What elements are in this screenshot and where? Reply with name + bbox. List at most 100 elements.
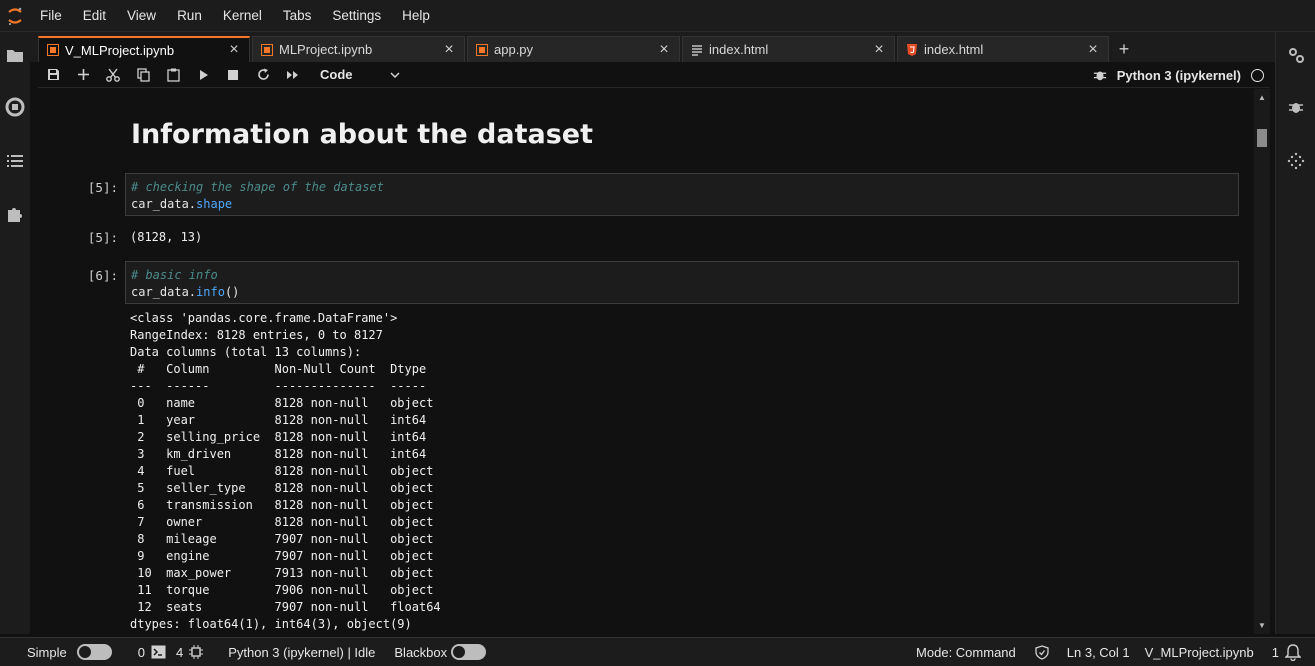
jupyter-logo-icon xyxy=(0,0,30,32)
cut-button[interactable] xyxy=(98,62,128,88)
terminals-number: 0 xyxy=(137,644,145,660)
html-file-icon xyxy=(907,43,917,56)
simple-mode-toggle[interactable] xyxy=(76,644,112,660)
kernels-number: 4 xyxy=(175,644,184,660)
current-file-name: V_MLProject.ipynb xyxy=(1144,644,1254,660)
scissors-icon xyxy=(106,68,120,82)
menu-settings[interactable]: Settings xyxy=(322,0,392,32)
close-icon[interactable]: × xyxy=(1086,41,1100,59)
running-kernels-icon[interactable] xyxy=(4,96,26,118)
new-launcher-plus-icon[interactable]: + xyxy=(1110,36,1138,62)
kernel-chip-icon xyxy=(189,645,204,659)
scroll-down-icon[interactable]: ▼ xyxy=(1258,621,1266,630)
dot-grid-icon[interactable] xyxy=(1285,150,1307,172)
tab-label: index.html xyxy=(709,42,769,57)
menu-help[interactable]: Help xyxy=(392,0,441,32)
plus-icon xyxy=(77,69,89,80)
folder-icon[interactable] xyxy=(4,44,26,66)
simple-mode-label: Simple xyxy=(27,644,67,660)
restart-run-all-button[interactable] xyxy=(278,62,308,88)
code-call-parens: () xyxy=(224,285,240,299)
code-attribute: shape xyxy=(196,197,233,211)
menu-tabs[interactable]: Tabs xyxy=(273,0,323,32)
tab-mlproject[interactable]: MLProject.ipynb × xyxy=(252,36,465,62)
document-tab-bar: V_MLProject.ipynb × MLProject.ipynb × ap… xyxy=(30,32,1275,62)
code-attribute: info xyxy=(196,285,225,299)
code-variable: car_data. xyxy=(131,285,197,299)
trust-shield-icon[interactable] xyxy=(1035,644,1049,660)
kernel-area: Python 3 (ipykernel) xyxy=(1093,62,1264,88)
output-prompt: [5]: xyxy=(87,230,118,245)
menu-file[interactable]: File xyxy=(30,0,73,32)
property-inspector-gear-icon[interactable] xyxy=(1285,44,1307,66)
terminals-count[interactable]: 0 xyxy=(138,645,166,660)
cursor-position[interactable]: Ln 3, Col 1 xyxy=(1067,645,1130,660)
stop-icon xyxy=(228,69,238,80)
tab-v-mlproject[interactable]: V_MLProject.ipynb × xyxy=(38,36,250,62)
debugger-bug-icon[interactable] xyxy=(1285,96,1307,118)
simple-mode-toggle-group: Simple xyxy=(27,644,112,660)
cell-type-dropdown[interactable]: Code xyxy=(320,67,400,82)
kernel-name[interactable]: Python 3 (ipykernel) xyxy=(1117,68,1241,83)
cell-type-label: Code xyxy=(320,67,353,82)
blackbox-toggle-group: Blackbox xyxy=(394,644,487,660)
chevron-down-icon xyxy=(390,71,400,78)
notebook-scrollbar[interactable]: ▲ ▼ xyxy=(1254,89,1270,634)
refresh-icon xyxy=(257,68,269,80)
blackbox-label: Blackbox xyxy=(394,644,448,660)
input-prompt: [5]: xyxy=(87,180,118,195)
code-line: car_data.shape xyxy=(131,196,1233,213)
right-sidebar xyxy=(1275,32,1315,634)
copy-button[interactable] xyxy=(128,62,158,88)
tab-label: app.py xyxy=(494,42,534,57)
menu-run[interactable]: Run xyxy=(167,0,213,32)
save-icon xyxy=(47,69,59,80)
debugger-toggle-bug-icon[interactable] xyxy=(1093,68,1107,82)
menu-view[interactable]: View xyxy=(117,0,167,32)
kernel-status-idle-icon xyxy=(1251,68,1264,82)
save-button[interactable] xyxy=(38,62,68,88)
insert-cell-button[interactable] xyxy=(68,62,98,88)
close-icon[interactable]: × xyxy=(872,41,886,59)
code-variable: car_data. xyxy=(131,197,197,211)
copy-icon xyxy=(136,67,150,82)
status-bar: Simple 0 4 Python 3 (ipykernel) | Idle B… xyxy=(0,637,1315,666)
tab-label: V_MLProject.ipynb xyxy=(65,42,175,58)
menu-kernel[interactable]: Kernel xyxy=(213,0,273,32)
code-cell-input[interactable]: # checking the shape of the dataset car_… xyxy=(125,173,1239,216)
scroll-up-icon[interactable]: ▲ xyxy=(1258,93,1266,102)
code-cell-input[interactable]: # basic info car_data.info() xyxy=(125,261,1239,304)
input-prompt: [6]: xyxy=(87,268,118,283)
tab-label: MLProject.ipynb xyxy=(279,42,373,57)
clipboard-icon xyxy=(166,68,180,82)
interrupt-button[interactable] xyxy=(218,62,248,88)
mode-indicator: Mode: Command xyxy=(916,644,1016,660)
code-comment: # basic info xyxy=(131,268,218,282)
blackbox-toggle[interactable] xyxy=(451,644,487,660)
tab-app-py[interactable]: app.py × xyxy=(467,36,680,62)
play-icon xyxy=(199,69,208,80)
run-button[interactable] xyxy=(188,62,218,88)
code-line: car_data.info() xyxy=(131,284,1233,301)
text-file-icon xyxy=(692,44,702,56)
cell-output: (8128, 13) xyxy=(130,230,203,244)
close-icon[interactable]: × xyxy=(227,41,241,59)
markdown-heading: Information about the dataset xyxy=(131,119,593,150)
notification-count: 1 xyxy=(1271,644,1279,660)
close-icon[interactable]: × xyxy=(657,41,671,59)
tab-index-html-text[interactable]: index.html × xyxy=(682,36,895,62)
menu-bar: File Edit View Run Kernel Tabs Settings … xyxy=(0,0,1315,32)
restart-button[interactable] xyxy=(248,62,278,88)
extension-puzzle-icon[interactable] xyxy=(4,203,26,225)
table-of-contents-icon[interactable] xyxy=(4,150,26,172)
scrollbar-thumb[interactable] xyxy=(1257,129,1267,147)
cell-output: <class 'pandas.core.frame.DataFrame'> Ra… xyxy=(130,311,441,631)
close-icon[interactable]: × xyxy=(442,41,456,59)
menu-edit[interactable]: Edit xyxy=(73,0,117,32)
tab-index-html[interactable]: index.html × xyxy=(897,36,1109,62)
kernel-status-text[interactable]: Python 3 (ipykernel) | Idle xyxy=(228,645,375,660)
paste-button[interactable] xyxy=(158,62,188,88)
python-file-icon xyxy=(476,43,488,56)
kernels-count[interactable]: 4 xyxy=(175,644,204,660)
bell-icon[interactable] xyxy=(1285,643,1301,661)
